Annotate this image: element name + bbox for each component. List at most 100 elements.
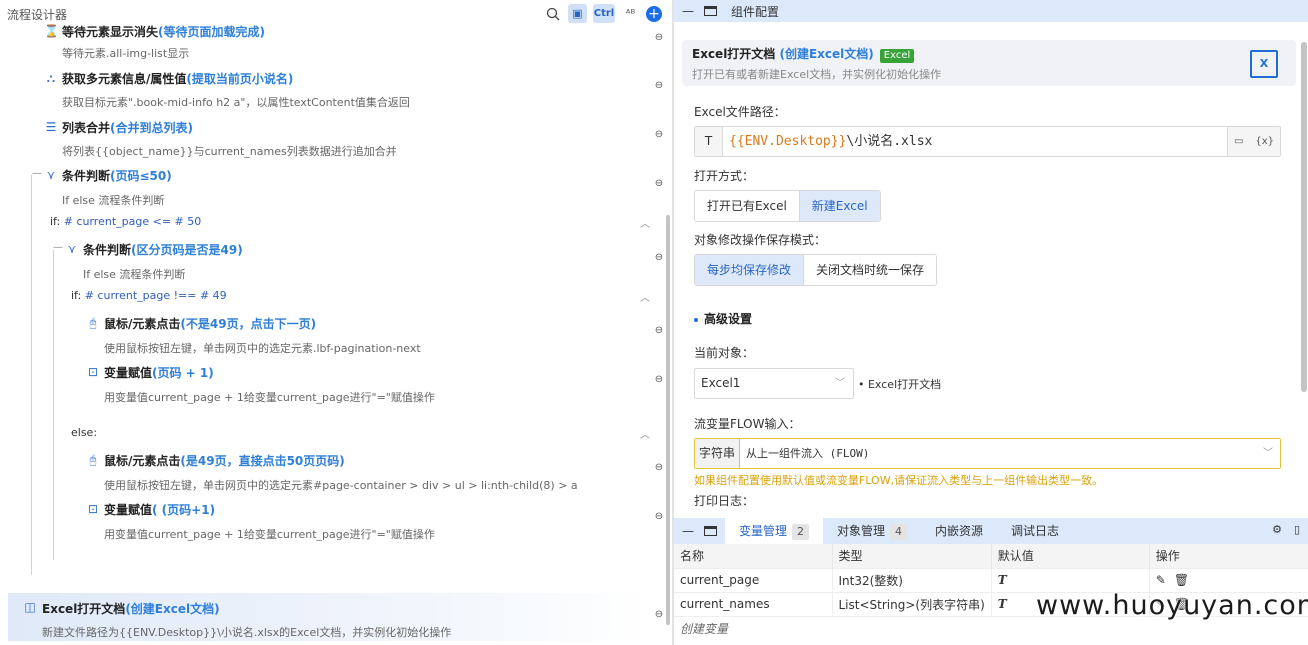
flow-value: 从上一组件流入 (FLOW) xyxy=(746,447,870,460)
layout-toggle-icon[interactable]: ▣ xyxy=(568,4,587,23)
node-title[interactable]: 变量赋值(页码 + 1) xyxy=(104,364,214,381)
node-title[interactable]: 获取多元素信息/属性值(提取当前页小说名) xyxy=(62,70,293,87)
save-on-close-option[interactable]: 关闭文档时统一保存 xyxy=(804,255,937,285)
save-each-step-option[interactable]: 每步均保存修改 xyxy=(695,255,805,285)
window-icon[interactable] xyxy=(704,6,717,16)
node-title-text: 变量赋值 xyxy=(104,503,153,517)
search-icon[interactable] xyxy=(543,4,562,23)
flow-input-select[interactable]: 字符串 从上一组件流入 (FLOW) ﹀ xyxy=(694,438,1281,469)
text-type-toggle[interactable]: T xyxy=(695,127,723,156)
tab-label: 内嵌资源 xyxy=(935,524,984,538)
node-pin-icon[interactable]: ⊖ xyxy=(654,609,664,623)
save-mode-label: 对象修改操作保存模式： xyxy=(694,233,827,247)
config-title: 组件配置 xyxy=(731,4,780,19)
chevron-up-icon[interactable]: ︿ xyxy=(639,289,651,304)
tab-label: 对象管理 xyxy=(837,524,886,538)
node-title[interactable]: Excel打开文档(创建Excel文档) xyxy=(42,600,220,617)
node-pin-icon[interactable]: ⊖ xyxy=(654,32,664,46)
excel-icon: X xyxy=(1250,50,1278,78)
multi-element-icon: ⛬ xyxy=(46,71,56,85)
if-expression: # current_page !== # 49 xyxy=(84,289,227,302)
add-icon[interactable]: + xyxy=(646,5,662,22)
device-icon[interactable]: ▯ xyxy=(1294,523,1300,536)
else-label[interactable]: else: xyxy=(71,426,97,439)
node-title[interactable]: 变量赋值( (页码+1) xyxy=(104,501,215,518)
node-desc: 获取目标元素".book-mid-info h2 a"，以属性textConte… xyxy=(62,96,410,109)
var-type: List<String>(列表字符串) xyxy=(832,591,992,616)
node-desc: 新建文件路径为{{ENV.Desktop}}\小说名.xlsx的Excel文档，… xyxy=(42,626,452,639)
node-pin-icon[interactable]: ⊖ xyxy=(654,511,664,525)
chevron-up-icon[interactable]: ︿ xyxy=(639,426,651,441)
right-scrollbar[interactable] xyxy=(1301,42,1307,392)
ab-icon[interactable]: ᴬᴮ xyxy=(621,4,640,23)
if-keyword: if: xyxy=(50,215,61,228)
variable-icon[interactable]: {x} xyxy=(1255,136,1274,147)
node-pin-icon[interactable]: ⊖ xyxy=(654,80,664,94)
node-title-text: 变量赋值 xyxy=(104,366,153,380)
object-note: • Excel打开文档 xyxy=(858,378,942,391)
flow-type[interactable]: 字符串 xyxy=(695,439,740,468)
column-header: 名称 xyxy=(674,544,833,568)
node-subtitle: (区分页码是否是49) xyxy=(131,243,243,257)
node-subtitle: (页码≤50) xyxy=(110,169,172,183)
open-mode-selector: 打开已有Excel 新建Excel xyxy=(694,190,881,222)
node-title-text: 鼠标/元素点击 xyxy=(104,454,181,468)
wait-icon: ⌛ xyxy=(44,24,59,38)
node-pin-icon[interactable]: ⊖ xyxy=(654,129,664,143)
window-icon[interactable] xyxy=(704,526,717,536)
node-pin-icon[interactable]: ⊖ xyxy=(654,325,664,339)
object-select[interactable]: Excel1 ﹀ xyxy=(694,368,854,399)
ctrl-toggle-icon[interactable]: Ctrl xyxy=(593,4,615,23)
node-title[interactable]: 等待元素显示消失(等待页面加载完成) xyxy=(62,23,265,40)
node-title[interactable]: 条件判断(区分页码是否是49) xyxy=(83,241,243,258)
node-title-text: 条件判断 xyxy=(83,243,132,257)
component-card: Excel打开文档 (创建Excel文档) Excel 打开已有或者新建Excel… xyxy=(682,40,1296,86)
chevron-up-icon[interactable]: ︿ xyxy=(639,215,651,230)
node-desc: 将列表{{object_name}}与current_names列表数据进行追加… xyxy=(62,145,397,158)
tab-debug-log[interactable]: 调试日志 xyxy=(997,518,1073,544)
flow-warning: 如果组件配置使用默认值或流变量FLOW,请保证流入类型与上一组件输出类型一致。 xyxy=(694,474,1104,487)
node-title[interactable]: 条件判断(页码≤50) xyxy=(62,167,172,184)
object-value: Excel1 xyxy=(701,376,741,390)
node-pin-icon[interactable]: ⊖ xyxy=(654,462,664,476)
settings-icon[interactable]: ⚙ xyxy=(1272,523,1282,536)
variable-assign-icon: ⊡ xyxy=(87,502,99,516)
node-desc: If else 流程条件判断 xyxy=(83,268,186,281)
if-expression: # current_page <= # 50 xyxy=(63,215,202,228)
card-desc: 打开已有或者新建Excel文档，并实例化初始化操作 xyxy=(692,68,942,81)
node-pin-icon[interactable]: ⊖ xyxy=(654,252,664,266)
chevron-down-icon: ﹀ xyxy=(835,378,845,389)
var-type: Int32(整数) xyxy=(832,567,992,592)
node-pin-icon[interactable]: ⊖ xyxy=(654,178,664,192)
node-title[interactable]: 鼠标/元素点击(是49页，直接点击50页页码) xyxy=(104,452,345,469)
left-scrollbar[interactable] xyxy=(666,215,670,625)
tab-count: 2 xyxy=(792,524,810,540)
tab-variables[interactable]: 变量管理 2 xyxy=(725,518,824,544)
if-condition[interactable]: if: # current_page <= # 50 xyxy=(50,215,201,228)
path-field[interactable]: T {{ENV.Desktop}}\小说名.xlsx ▭ {x} xyxy=(694,126,1281,157)
variable-assign-icon: ⊡ xyxy=(87,365,99,379)
delete-icon[interactable]: 🗑 xyxy=(1174,573,1189,587)
var-default[interactable]: T xyxy=(991,567,1150,592)
tab-resources[interactable]: 内嵌资源 xyxy=(921,518,997,544)
tab-objects[interactable]: 对象管理 4 xyxy=(823,518,921,544)
new-excel-option[interactable]: 新建Excel xyxy=(799,191,880,221)
path-value[interactable]: {{ENV.Desktop}}\小说名.xlsx xyxy=(723,127,1227,156)
node-desc: 用变量值current_page + 1给变量current_page进行"="… xyxy=(104,528,435,541)
folder-icon[interactable]: ▭ xyxy=(1234,136,1243,147)
minimize-icon[interactable]: — xyxy=(682,524,694,538)
column-header: 类型 xyxy=(832,544,992,568)
node-title[interactable]: 鼠标/元素点击(不是49页，点击下一页) xyxy=(104,315,316,332)
minimize-icon[interactable]: — xyxy=(682,4,694,18)
table-row[interactable]: current_page Int32(整数) T ✎ 🗑 xyxy=(674,567,1308,592)
open-existing-option[interactable]: 打开已有Excel xyxy=(695,191,800,221)
card-title: Excel打开文档 (创建Excel文档) Excel xyxy=(692,45,915,63)
if-condition[interactable]: if: # current_page !== # 49 xyxy=(71,289,227,302)
collapse-icon[interactable]: — xyxy=(31,168,43,180)
node-pin-icon[interactable]: ⊖ xyxy=(654,374,664,388)
node-subtitle: (合并到总列表) xyxy=(110,121,193,135)
condition-icon: ⋎ xyxy=(46,168,56,182)
node-title[interactable]: 列表合并(合并到总列表) xyxy=(62,119,193,136)
edit-icon[interactable]: ✎ xyxy=(1156,573,1166,587)
collapse-icon[interactable]: — xyxy=(52,242,64,254)
